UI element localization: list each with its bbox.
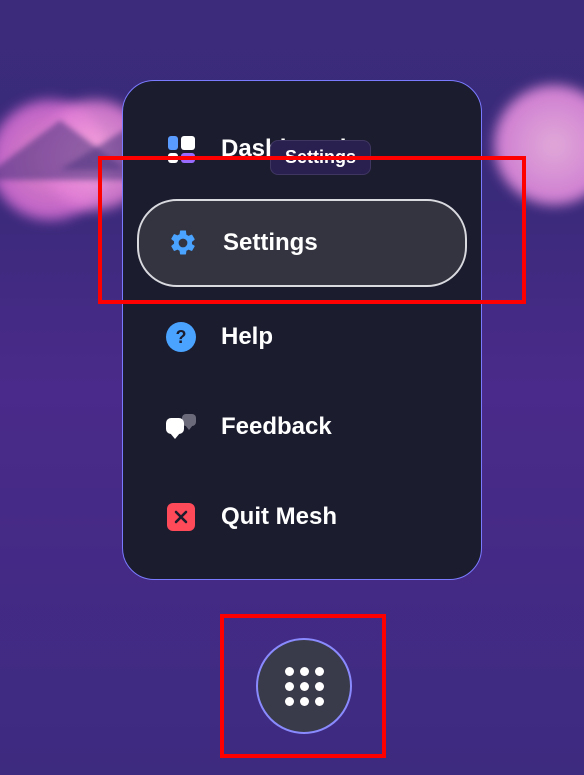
menu-item-feedback[interactable]: Feedback (137, 387, 467, 467)
menu-item-label: Quit Mesh (221, 503, 439, 531)
menu-item-label: Feedback (221, 413, 439, 441)
grid-icon (285, 667, 324, 706)
menu-item-settings[interactable]: Settings (137, 199, 467, 287)
tooltip-text: Settings (285, 147, 356, 167)
launcher-button[interactable] (256, 638, 352, 734)
help-icon: ? (165, 321, 197, 353)
feedback-icon (165, 411, 197, 443)
menu-item-label: Settings (223, 229, 437, 257)
menu-item-help[interactable]: ? Help (137, 297, 467, 377)
dashboard-icon (165, 133, 197, 165)
gear-icon (167, 227, 199, 259)
close-icon (165, 501, 197, 533)
menu-item-quit[interactable]: Quit Mesh (137, 477, 467, 557)
menu-item-label: Help (221, 323, 439, 351)
tooltip: Settings (270, 140, 371, 175)
